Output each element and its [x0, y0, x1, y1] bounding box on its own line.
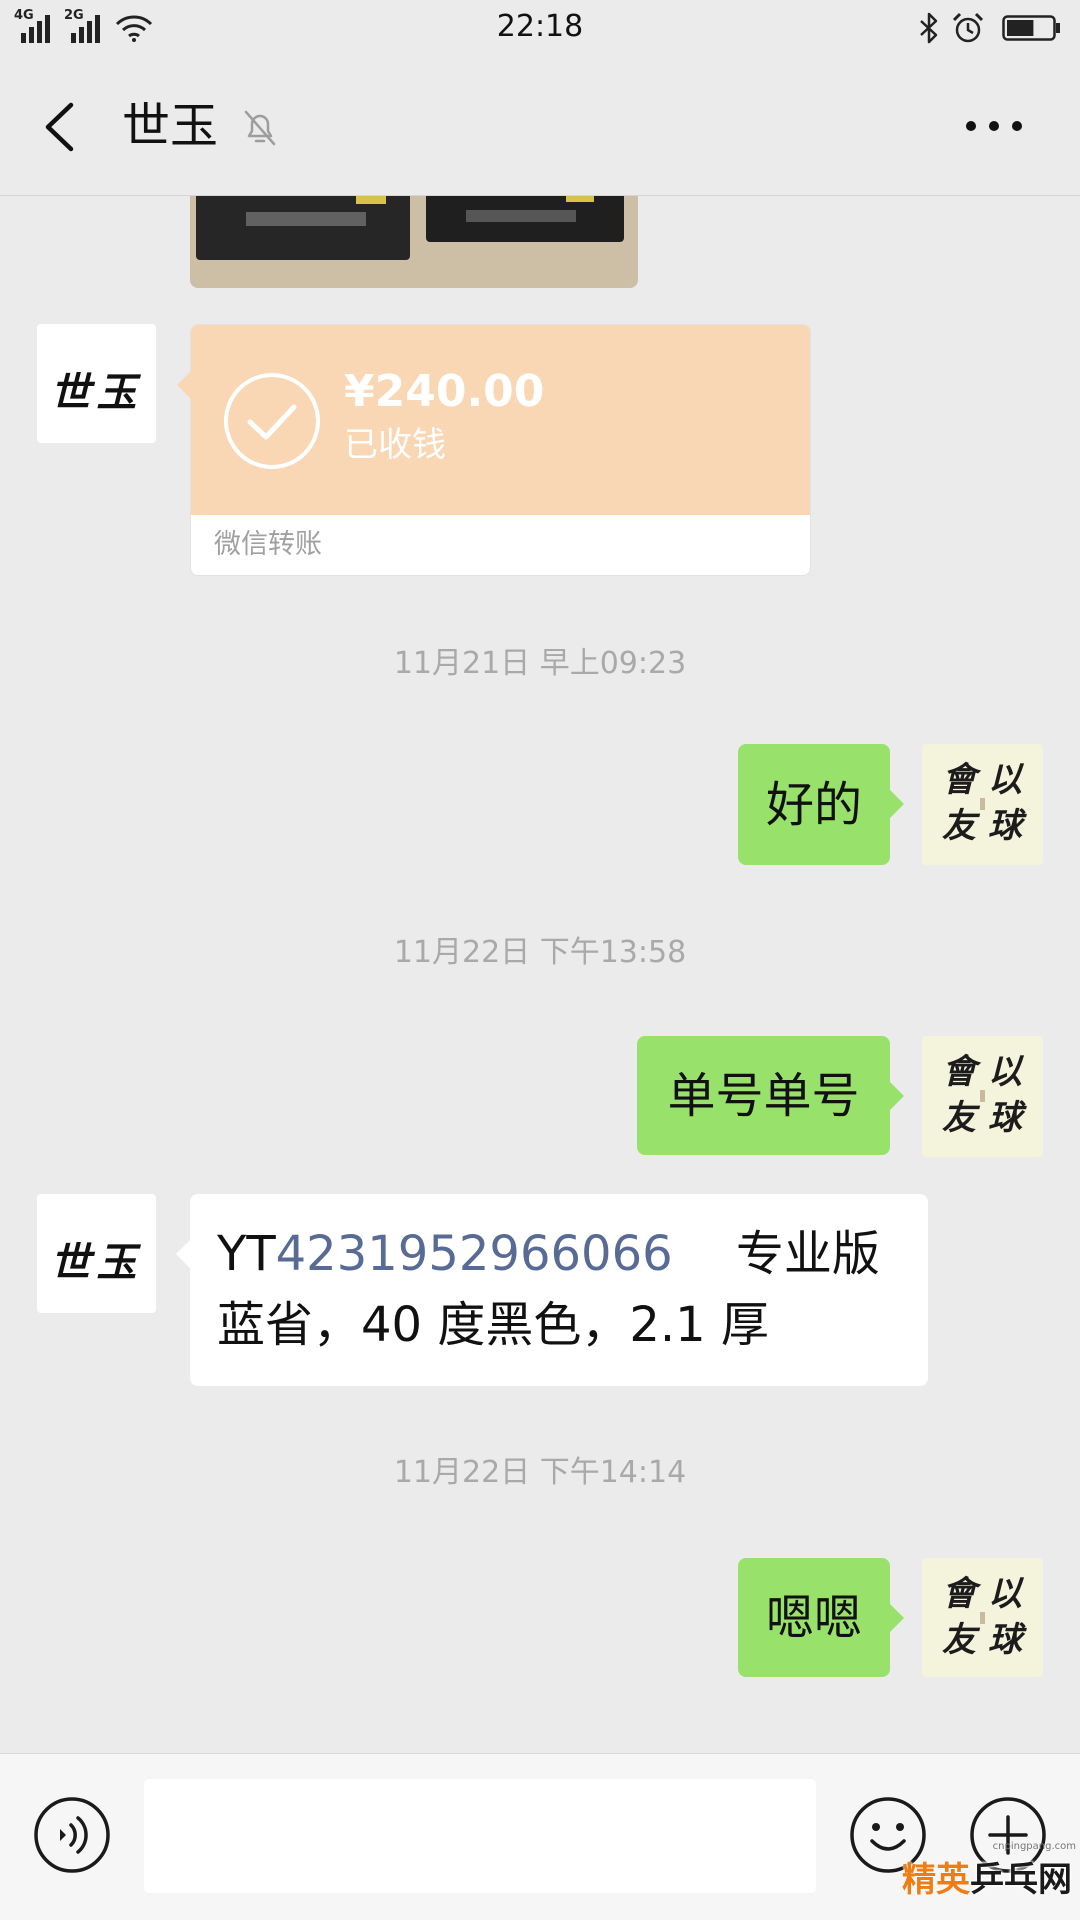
- message-text-prefix: YT: [217, 1226, 276, 1282]
- received-photo-message[interactable]: [190, 190, 638, 288]
- transfer-card-footer: 微信转账: [191, 515, 810, 575]
- bluetooth-icon: [920, 12, 938, 44]
- my-avatar-char: 球: [988, 1098, 1022, 1138]
- transfer-label: 微信转账: [214, 529, 322, 560]
- battery-fill: [1007, 20, 1034, 36]
- chevron-left-icon[interactable]: [38, 101, 82, 153]
- my-avatar-char: 以: [988, 1052, 1022, 1092]
- chat-title[interactable]: 世玉: [122, 96, 218, 156]
- my-avatar-char: 球: [988, 1620, 1022, 1660]
- received-message-bubble[interactable]: YT4231952966066 专业版蓝省，40 度黑色，2.1 厚: [176, 1194, 928, 1386]
- photo-object: [196, 190, 410, 260]
- my-avatar-char: 會: [942, 760, 976, 800]
- sent-message-bubble[interactable]: 好的: [738, 744, 904, 865]
- my-avatar-char: 友: [942, 1098, 976, 1138]
- chat-header: 世玉: [0, 55, 1080, 196]
- alarm-icon: [952, 12, 984, 43]
- watermark-site: cnpingpang.com: [992, 1841, 1076, 1852]
- transfer-card-body: ¥240.00 已收钱: [191, 325, 810, 515]
- more-dots-icon[interactable]: [962, 115, 1026, 137]
- my-avatar-char: 球: [988, 806, 1022, 846]
- seal-mark: [980, 1090, 985, 1102]
- timestamp: 11月22日 下午13:58: [393, 935, 687, 970]
- check-circle-icon: [224, 373, 320, 469]
- my-avatar-char: 友: [942, 1620, 976, 1660]
- watermark-logo: 精英乒乓网: [902, 1858, 1072, 1902]
- my-avatar-char: 會: [942, 1052, 976, 1092]
- my-avatar[interactable]: 以 球 會 友: [922, 744, 1043, 865]
- my-avatar[interactable]: 以 球 會 友: [922, 1036, 1043, 1157]
- contact-avatar[interactable]: 世玉: [37, 1194, 156, 1313]
- my-avatar[interactable]: 以 球 會 友: [922, 1558, 1043, 1677]
- seal-mark: [980, 1612, 985, 1624]
- watermark-name-accent: 精英: [902, 1860, 970, 1900]
- photo-object: [426, 190, 624, 242]
- battery-icon: [1002, 15, 1060, 41]
- my-avatar-char: 友: [942, 806, 976, 846]
- timestamp: 11月22日 下午14:14: [393, 1455, 687, 1490]
- tracking-number-link[interactable]: 4231952966066: [276, 1226, 673, 1282]
- bell-off-icon: [244, 110, 276, 146]
- timestamp: 11月21日 早上09:23: [393, 646, 687, 681]
- sent-message-bubble[interactable]: 单号单号: [637, 1036, 904, 1155]
- my-avatar-char: 會: [942, 1574, 976, 1614]
- sent-message-bubble[interactable]: 嗯嗯: [738, 1558, 904, 1677]
- message-input[interactable]: [144, 1779, 816, 1893]
- transfer-card[interactable]: ¥240.00 已收钱 微信转账: [177, 324, 811, 576]
- voice-icon[interactable]: [33, 1796, 111, 1874]
- transfer-amount: ¥240.00: [344, 366, 545, 417]
- contact-avatar-text: 世玉: [50, 1238, 143, 1286]
- seal-mark: [980, 798, 985, 810]
- watermark-name-rest: 乒乓网: [970, 1860, 1072, 1900]
- my-avatar-char: 以: [988, 760, 1022, 800]
- transfer-status: 已收钱: [344, 425, 446, 465]
- my-avatar-char: 以: [988, 1574, 1022, 1614]
- status-bar: 4G 2G 22:18: [0, 0, 1080, 55]
- contact-avatar-text: 世玉: [50, 368, 143, 416]
- contact-avatar[interactable]: 世玉: [37, 324, 156, 443]
